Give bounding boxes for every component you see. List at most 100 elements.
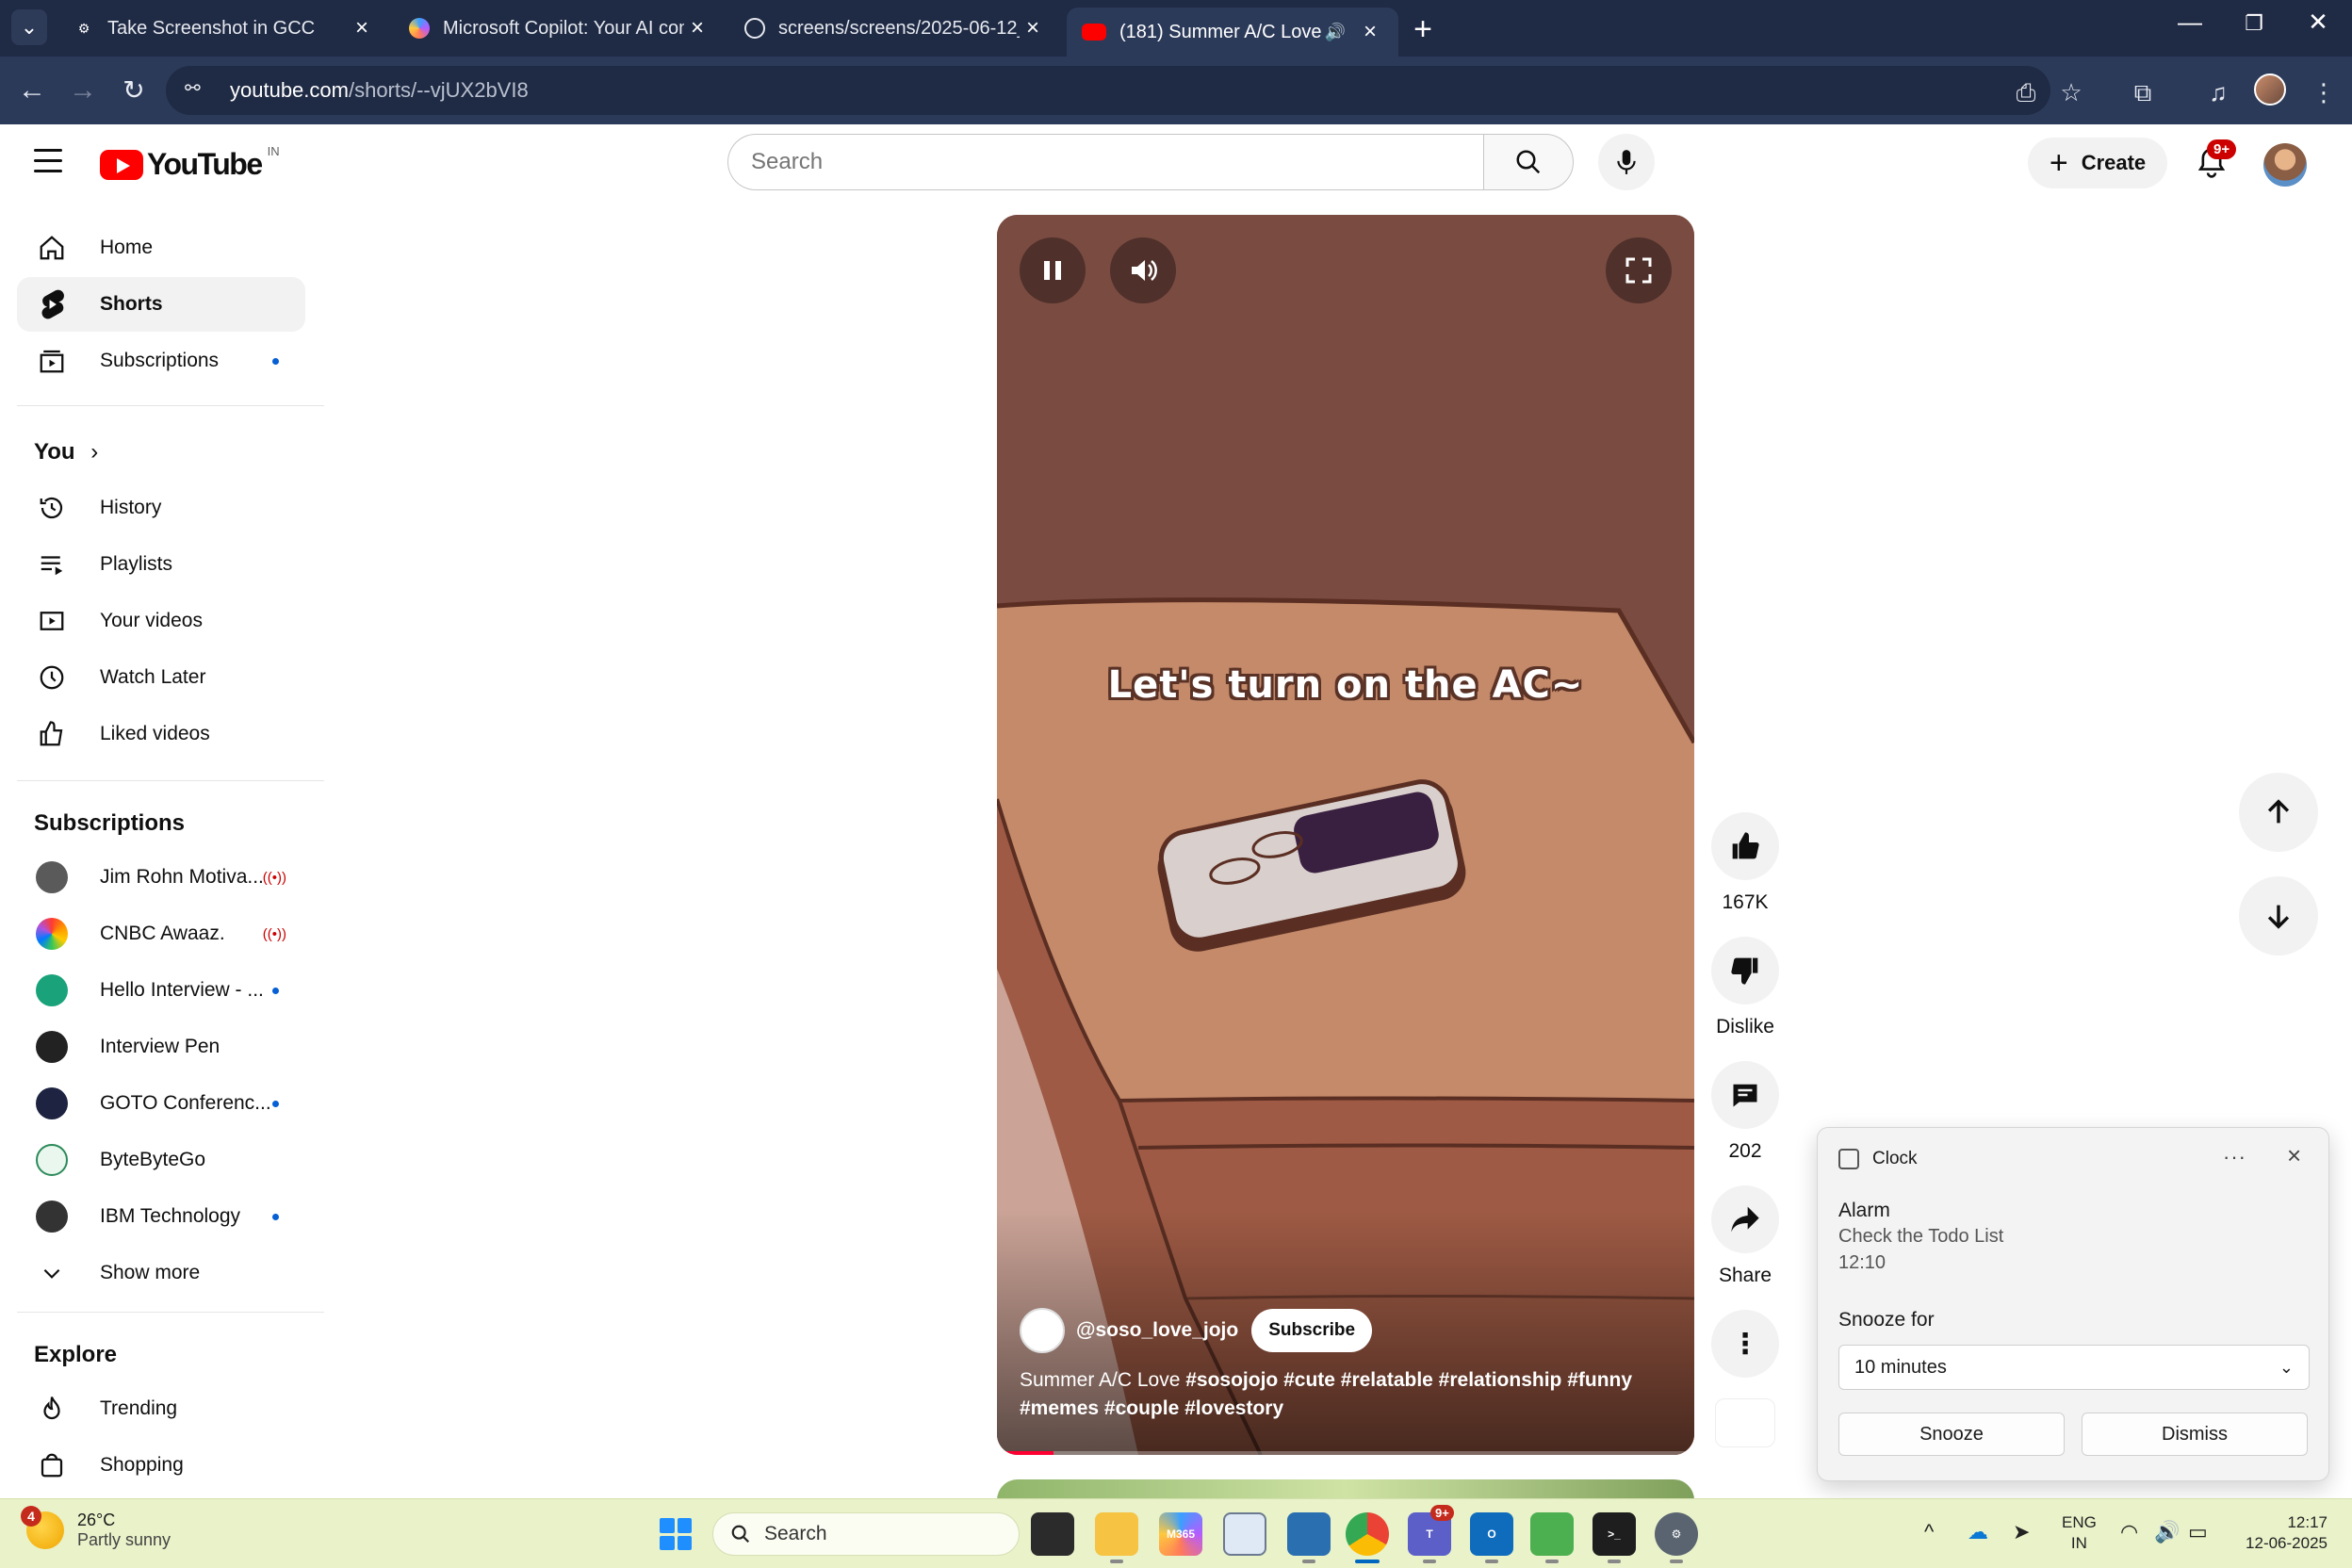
window-app-icon[interactable] (1223, 1512, 1266, 1556)
sidebar-item-subscriptions[interactable]: Subscriptions (17, 334, 305, 388)
video-progress-bar[interactable] (1006, 1451, 1685, 1455)
extensions-icon[interactable]: ⧉ (2126, 75, 2160, 109)
minimize-button[interactable]: — (2162, 8, 2218, 37)
battery-icon[interactable]: ▭ (2188, 1520, 2208, 1544)
restore-button[interactable]: ❐ (2226, 11, 2282, 36)
sidebar-channel-hello-interview[interactable]: Hello Interview - ... (17, 963, 305, 1018)
sidebar-item-home[interactable]: Home (17, 220, 305, 275)
next-short-button[interactable] (2239, 876, 2318, 956)
notification-close-button[interactable]: × (2287, 1141, 2301, 1170)
close-tab-icon[interactable]: × (349, 15, 375, 41)
create-button[interactable]: + Create (2028, 138, 2167, 188)
more-options-button[interactable]: ⋮ (1711, 1310, 1779, 1378)
tab-take-screenshot[interactable]: ⚙ Take Screenshot in GCC × (58, 8, 390, 49)
search-input[interactable] (727, 134, 1483, 190)
tab-search-button[interactable]: ⌄ (11, 9, 47, 45)
sound-source-thumbnail[interactable] (1715, 1398, 1775, 1447)
channel-name[interactable]: @soso_love_jojo (1076, 1319, 1238, 1342)
new-tab-button[interactable]: + (1404, 11, 1442, 48)
fullscreen-button[interactable] (1606, 237, 1672, 303)
file-explorer-icon[interactable] (1095, 1512, 1138, 1563)
comments-button[interactable] (1711, 1061, 1779, 1129)
sidebar-item-watch-later[interactable]: Watch Later (17, 650, 305, 705)
clock-alarm-notification: Clock ··· × Alarm Check the Todo List 12… (1817, 1127, 2329, 1481)
m365-icon[interactable]: M365 (1159, 1512, 1202, 1556)
chevron-up-icon[interactable]: ^ (1924, 1520, 1934, 1544)
close-tab-icon[interactable]: × (1020, 15, 1046, 41)
voice-search-button[interactable] (1598, 134, 1655, 190)
youtube-logo[interactable]: YouTube IN (100, 144, 280, 182)
dismiss-button[interactable]: Dismiss (2082, 1413, 2308, 1456)
install-app-icon[interactable]: ⎙ (2009, 75, 2043, 109)
sidebar-item-playlists[interactable]: Playlists (17, 537, 305, 592)
sidebar-item-your-videos[interactable]: Your videos (17, 594, 305, 648)
outlook-icon[interactable]: O (1470, 1512, 1513, 1563)
account-avatar[interactable] (2263, 143, 2307, 187)
sidebar-item-shorts[interactable]: Shorts (17, 277, 305, 332)
back-button[interactable]: ← (13, 72, 51, 109)
sidebar-channel-cnbc[interactable]: CNBC Awaaz. ((•)) (17, 906, 305, 961)
shorts-video-player[interactable]: Let's turn on the AC~ @soso_love_jojo Su… (997, 215, 1694, 1455)
close-window-button[interactable]: ✕ (2290, 8, 2346, 37)
sidebar-item-history[interactable]: History (17, 481, 305, 535)
language-indicator[interactable]: ENG IN (2062, 1512, 2097, 1554)
forward-button[interactable]: → (64, 72, 102, 109)
video-description[interactable]: Summer A/C Love #sosojojo #cute #relatab… (1020, 1366, 1670, 1423)
sidebar-item-liked-videos[interactable]: Liked videos (17, 707, 305, 761)
weather-widget[interactable]: 4 26°C Partly sunny (21, 1506, 171, 1550)
tab-youtube-active[interactable]: (181) Summer A/C Love #so 🔊 × (1067, 8, 1398, 57)
menu-icon[interactable] (34, 149, 62, 173)
settings-icon[interactable]: ⚙ (1655, 1512, 1698, 1563)
bookmark-star-icon[interactable]: ☆ (2054, 75, 2088, 109)
sidebar-channel-ibm[interactable]: IBM Technology (17, 1189, 305, 1244)
tab-github[interactable]: screens/screens/2025-06-12_09 × (729, 8, 1061, 49)
media-control-icon[interactable]: ♫ (2201, 75, 2235, 109)
shopping-icon (36, 1449, 68, 1481)
sheets-app-icon[interactable] (1530, 1512, 1574, 1563)
sidebar-item-trending[interactable]: Trending (17, 1381, 305, 1436)
chrome-icon[interactable] (1346, 1512, 1389, 1563)
task-view-icon[interactable] (1031, 1512, 1074, 1556)
snooze-button[interactable]: Snooze (1838, 1413, 2065, 1456)
close-tab-icon[interactable]: × (1357, 19, 1383, 45)
browser-profile-avatar[interactable] (2254, 74, 2286, 106)
close-tab-icon[interactable]: × (684, 15, 710, 41)
speaker-icon[interactable]: 🔊 (2154, 1520, 2180, 1544)
site-info-icon[interactable]: ⚯ (185, 76, 213, 105)
subscribe-button[interactable]: Subscribe (1251, 1309, 1373, 1352)
sidebar-channel-bytebytego[interactable]: ByteByteGo (17, 1133, 305, 1187)
taskbar-search[interactable]: Search (712, 1512, 1020, 1556)
snooze-duration-select[interactable]: 10 minutes ⌄ (1838, 1345, 2310, 1390)
pause-button[interactable] (1020, 237, 1086, 303)
notification-more-button[interactable]: ··· (2223, 1145, 2246, 1169)
start-button[interactable] (660, 1518, 692, 1550)
you-section-header[interactable]: You › (34, 439, 98, 466)
onedrive-icon[interactable]: ☁ (1968, 1520, 1988, 1544)
dislike-button[interactable] (1711, 937, 1779, 1004)
volume-button[interactable] (1110, 237, 1176, 303)
terminal-icon[interactable]: >_ (1592, 1512, 1636, 1563)
dislike-label: Dislike (1716, 1016, 1774, 1037)
temperature: 26°C (77, 1511, 116, 1529)
browser-menu-icon[interactable]: ⋮ (2307, 75, 2341, 109)
notification-count-badge: 9+ (2207, 139, 2237, 159)
location-icon[interactable]: ➤ (2013, 1520, 2030, 1544)
sidebar-show-more[interactable]: Show more (17, 1246, 305, 1300)
search-button[interactable] (1483, 134, 1574, 190)
channel-avatar[interactable] (1020, 1308, 1065, 1353)
tab-audio-icon[interactable]: 🔊 (1325, 23, 1346, 42)
omnibox[interactable]: ⚯ youtube.com/shorts/--vjUX2bVI8 (166, 66, 2050, 115)
sidebar-channel-interview-pen[interactable]: Interview Pen (17, 1020, 305, 1074)
tab-copilot[interactable]: Microsoft Copilot: Your AI comp × (394, 8, 726, 49)
sidebar-channel-goto[interactable]: GOTO Conferenc... (17, 1076, 305, 1131)
previous-short-button[interactable] (2239, 773, 2318, 852)
sidebar-item-shopping[interactable]: Shopping (17, 1438, 305, 1493)
like-button[interactable] (1711, 812, 1779, 880)
sidebar-channel-jim-rohn[interactable]: Jim Rohn Motiva... ((•)) (17, 850, 305, 905)
photos-icon[interactable] (1287, 1512, 1331, 1563)
wifi-icon[interactable]: ◠ (2120, 1520, 2138, 1544)
microphone-icon (1617, 150, 1636, 174)
share-button[interactable] (1711, 1185, 1779, 1253)
system-clock[interactable]: 12:17 12-06-2025 (2233, 1512, 2328, 1554)
reload-button[interactable]: ↻ (115, 72, 153, 109)
